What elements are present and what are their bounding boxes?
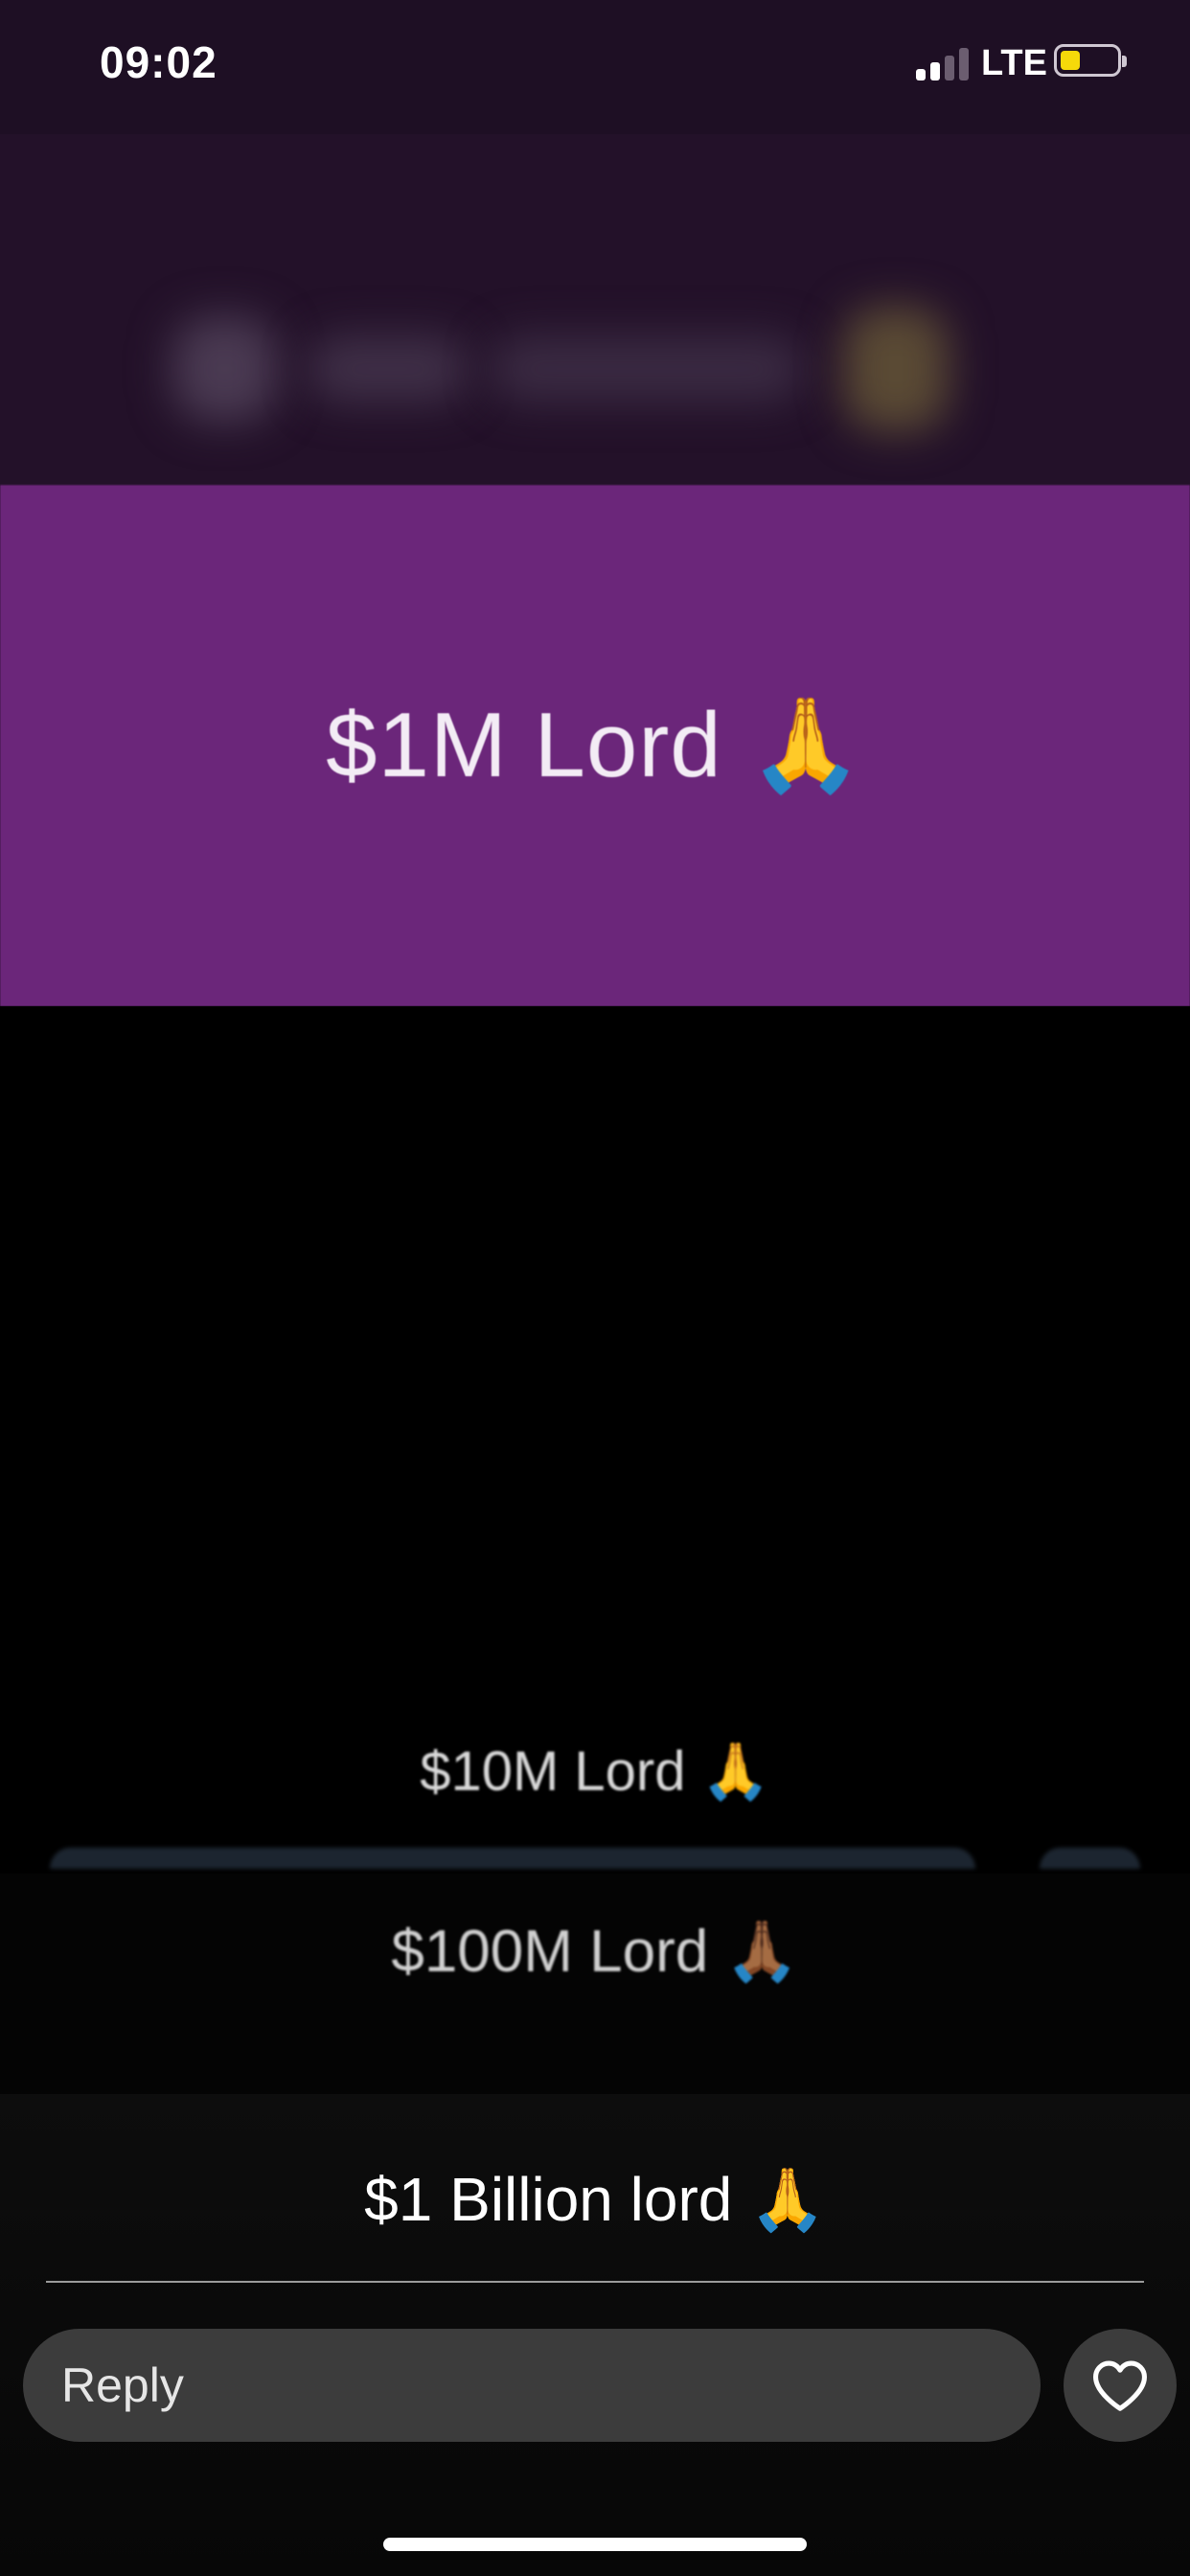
caption-divider — [46, 2281, 1144, 2283]
like-button[interactable] — [1064, 2329, 1177, 2442]
blurred-story-header — [0, 134, 1190, 485]
option-pill-edge-small — [1040, 1848, 1140, 1869]
option-pill-edge — [50, 1848, 975, 1869]
status-time: 09:02 — [100, 37, 217, 87]
banner-title: $1M Lord 🙏 — [326, 694, 864, 796]
home-indicator — [383, 2538, 807, 2551]
signal-strength-icon — [916, 48, 970, 80]
story-banner: $1M Lord 🙏 — [0, 485, 1190, 1006]
heart-icon — [1093, 2360, 1147, 2411]
story-caption: $1 Billion lord 🙏 — [364, 2165, 826, 2234]
battery-icon — [1054, 44, 1127, 77]
reply-input[interactable] — [23, 2329, 1041, 2442]
network-type: LTE — [981, 43, 1047, 83]
option-100m-lord: $100M Lord 🙏🏾 — [391, 1919, 799, 1985]
status-bar: 09:02 LTE — [0, 0, 1190, 134]
option-10m-lord: $10M Lord 🙏 — [420, 1740, 770, 1803]
